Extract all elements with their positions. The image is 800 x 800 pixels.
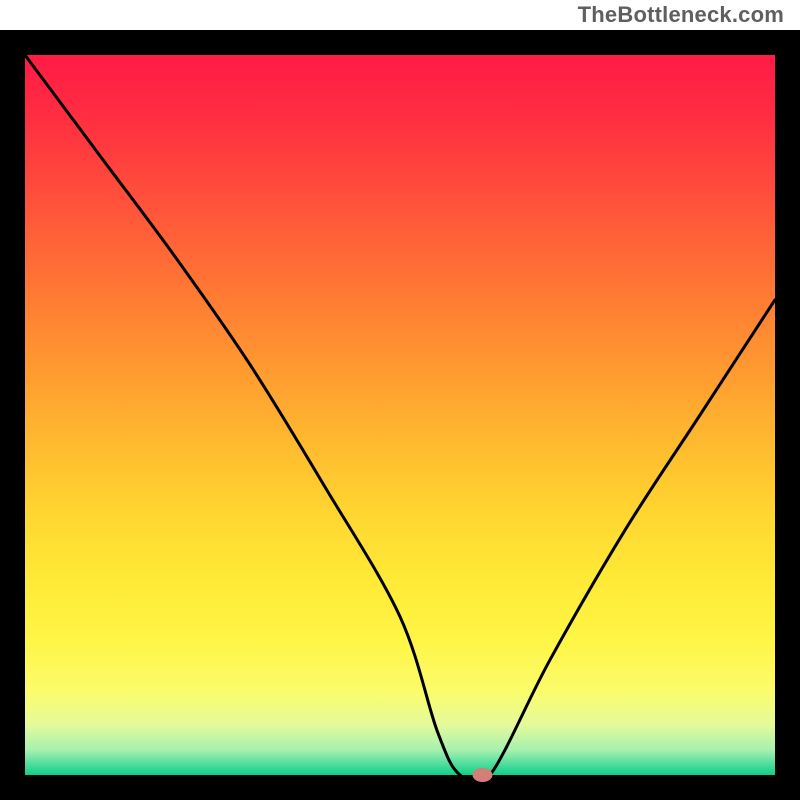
optimal-point-marker	[473, 768, 493, 782]
bottleneck-chart	[0, 0, 800, 800]
chart-stage: TheBottleneck.com	[0, 0, 800, 800]
plot-area	[0, 30, 800, 800]
chart-background	[25, 55, 775, 775]
